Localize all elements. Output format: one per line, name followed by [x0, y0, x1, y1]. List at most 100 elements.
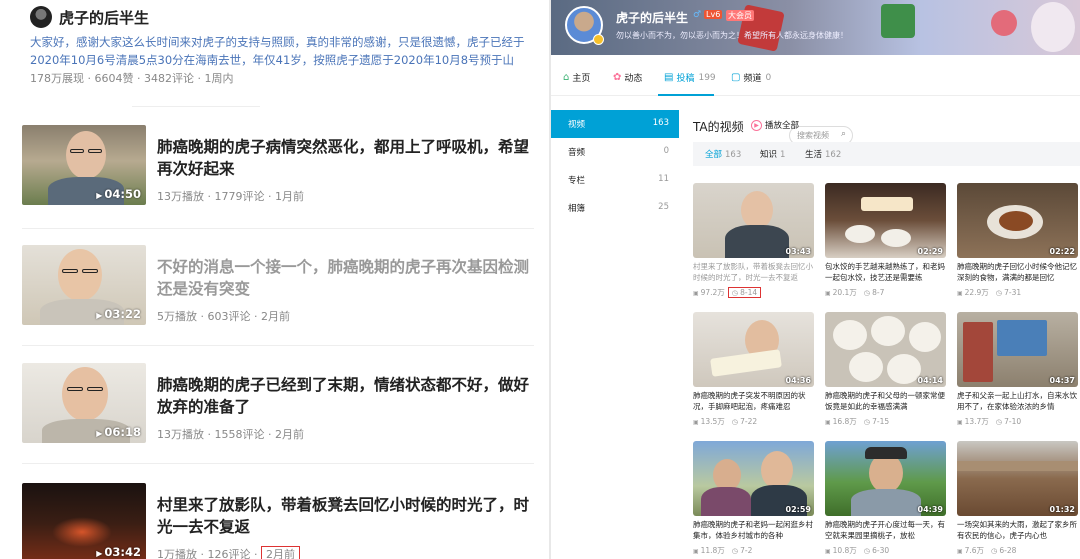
search-icon[interactable]: ⌕ [841, 129, 846, 139]
search-placeholder: 搜索视频 [797, 131, 829, 140]
video-thumbnail[interactable]: 03:43 [693, 183, 814, 258]
video-card[interactable]: 04:36 肺癌晚期的虎子突发不明原因的状况，手脚麻吧起泡，疼痛难忍 13.5万… [693, 312, 814, 436]
video-title[interactable]: 肺癌晚期的虎子和父母的一顿家常便饭竟是如此的幸福感满满 [825, 390, 946, 412]
publish-date: 7-15 [864, 417, 889, 426]
video-thumbnail[interactable]: 02:59 [693, 441, 814, 516]
sidebar-item-count: 163 [652, 118, 669, 128]
publish-date: 7-10 [996, 417, 1021, 426]
video-title[interactable]: 村里来了放影队，带着板凳去回忆小时候的时光了，时光一去不复返 [157, 494, 537, 538]
divider [22, 228, 534, 229]
video-thumbnail[interactable]: 03:22 [22, 245, 146, 325]
video-title[interactable]: 包水饺的手艺越来越熟练了，和老妈一起包水饺，技艺还是需要练 [825, 261, 946, 283]
active-tab-indicator [658, 94, 714, 96]
video-duration: 02:59 [785, 505, 811, 514]
video-card[interactable]: 02:59 肺癌晚期的虎子和老妈一起闲逛乡村集市，体验乡村城市的各种 11.8万… [693, 441, 814, 559]
video-card[interactable]: 04:37 虎子和父亲一起上山打水，自来水饮用不了，在家体验浓浓的乡情 13.7… [957, 312, 1078, 436]
post-text[interactable]: 大家好，感谢大家这么长时间来对虎子的支持与照顾，真的非常的感谢，只是很遗憾，虎子… [30, 33, 525, 69]
divider [22, 345, 534, 346]
video-duration: 04:14 [917, 376, 943, 385]
video-title[interactable]: 肺癌晚期的虎子突发不明原因的状况，手脚麻吧起泡，疼痛难忍 [693, 390, 814, 412]
video-meta: 11.8万 7-2 [693, 545, 753, 556]
tab-home[interactable]: ⌂ 主页 [563, 71, 590, 84]
video-title[interactable]: 肺癌晚期的虎子回忆小时候令他记忆深刻的食物，满满的都是回忆 [957, 261, 1078, 283]
submissions-icon: ▤ [664, 72, 674, 83]
right-panel: 虎子的后半生 ♂ Lv6 大会员 勿以善小而不为，勿以恶小而为之！希望所有人都永… [551, 0, 1080, 559]
vip-badge: 大会员 [726, 10, 754, 21]
video-thumbnail[interactable]: 01:32 [957, 441, 1078, 516]
filter-all[interactable]: 全部 163 [705, 148, 741, 160]
video-item[interactable]: 04:50 肺癌晚期的虎子病情突然恶化，都用上了呼吸机，希望再次好起来 13万播… [22, 125, 534, 207]
video-card[interactable]: 04:14 肺癌晚期的虎子和父母的一顿家常便饭竟是如此的幸福感满满 16.8万 7… [825, 312, 946, 436]
filter-label: 生活 [805, 150, 823, 160]
play-count: 7.6万 [957, 545, 984, 556]
avatar[interactable] [30, 6, 52, 28]
video-card[interactable]: 03:43 村里来了放影队，带着板凳去回忆小时候的时光了，时光一去不复返 97.… [693, 183, 814, 307]
video-duration: 04:36 [785, 376, 811, 385]
channel-name[interactable]: 虎子的后半生 [616, 9, 688, 26]
video-title[interactable]: 肺癌晚期的虎子已经到了末期，情绪状态都不好，做好放弃的准备了 [157, 374, 537, 418]
video-duration: 04:39 [917, 505, 943, 514]
author-header[interactable]: 虎子的后半生 [30, 5, 149, 29]
video-card[interactable]: 04:39 肺癌晚期的虎子开心度过每一天，有空就来果园里摘桃子，放松 10.8万… [825, 441, 946, 559]
video-item[interactable]: 06:18 肺癌晚期的虎子已经到了末期，情绪状态都不好，做好放弃的准备了 13万… [22, 363, 534, 445]
video-thumbnail[interactable]: 02:22 [957, 183, 1078, 258]
video-meta: 1万播放 · 126评论 · 2月前 [157, 546, 300, 559]
profile-banner: 虎子的后半生 ♂ Lv6 大会员 勿以善小而不为，勿以恶小而为之！希望所有人都永… [551, 0, 1080, 55]
sidebar-item-articles[interactable]: 专栏 11 [551, 166, 679, 194]
video-title[interactable]: 一场突如其来的大雨，激起了家乡所有农民的信心，虎子内心也 [957, 519, 1078, 541]
sidebar-item-label: 视频 [568, 120, 586, 130]
video-item[interactable]: 03:22 不好的消息一个接一个，肺癌晚期的虎子再次基因检测还是没有突变 5万播… [22, 245, 534, 327]
publish-date: 8-7 [864, 288, 884, 297]
video-thumbnail[interactable]: 03:42 [22, 483, 146, 559]
sidebar: 视频 163 音频 0 专栏 11 相簿 25 [551, 110, 679, 222]
video-card[interactable]: 02:22 肺癌晚期的虎子回忆小时候令他记忆深刻的食物，满满的都是回忆 22.9… [957, 183, 1078, 307]
video-title[interactable]: 肺癌晚期的虎子病情突然恶化，都用上了呼吸机，希望再次好起来 [157, 136, 537, 180]
filter-bar: 全部 163 知识 1 生活 162 [693, 142, 1080, 166]
sidebar-item-count: 25 [658, 202, 669, 212]
video-title[interactable]: 肺癌晚期的虎子和老妈一起闲逛乡村集市，体验乡村城市的各种 [693, 519, 814, 541]
video-title[interactable]: 虎子和父亲一起上山打水，自来水饮用不了，在家体验浓浓的乡情 [957, 390, 1078, 412]
video-thumbnail[interactable]: 06:18 [22, 363, 146, 443]
publish-time: 2月前 [275, 428, 304, 441]
play-all-button[interactable]: ▶ 播放全部 [751, 119, 799, 131]
filter-life[interactable]: 生活 162 [805, 148, 841, 160]
video-duration: 02:29 [917, 247, 943, 256]
play-count: 22.9万 [957, 287, 989, 298]
video-card[interactable]: 01:32 一场突如其来的大雨，激起了家乡所有农民的信心，虎子内心也 7.6万 6… [957, 441, 1078, 559]
tab-count: 199 [698, 72, 716, 83]
sidebar-item-label: 相簿 [568, 204, 586, 214]
tab-label: 主页 [572, 74, 591, 84]
section-title: TA的视频 [693, 120, 744, 134]
author-name[interactable]: 虎子的后半生 [59, 7, 149, 28]
play-count: 13.5万 [693, 416, 725, 427]
video-thumbnail[interactable]: 04:36 [693, 312, 814, 387]
video-thumbnail[interactable]: 02:29 [825, 183, 946, 258]
video-thumbnail[interactable]: 04:50 [22, 125, 146, 205]
sidebar-item-label: 音频 [568, 148, 586, 158]
video-card[interactable]: 02:29 包水饺的手艺越来越熟练了，和老妈一起包水饺，技艺还是需要练 20.1… [825, 183, 946, 307]
sidebar-item-label: 专栏 [568, 176, 586, 186]
publish-time: 1月前 [275, 190, 304, 203]
video-thumbnail[interactable]: 04:37 [957, 312, 1078, 387]
video-thumbnail[interactable]: 04:14 [825, 312, 946, 387]
video-thumbnail[interactable]: 04:39 [825, 441, 946, 516]
publish-date: 7-31 [996, 288, 1021, 297]
sidebar-item-albums[interactable]: 相簿 25 [551, 194, 679, 222]
filter-knowledge[interactable]: 知识 1 [760, 148, 785, 160]
filter-count: 162 [825, 150, 842, 160]
publish-time: 2月前 [261, 310, 290, 323]
sidebar-item-count: 0 [663, 146, 669, 156]
play-icon: ▶ [751, 119, 762, 131]
video-duration: 02:22 [1049, 247, 1075, 256]
tab-channels[interactable]: ▢ 频道 0 [731, 71, 771, 84]
video-title[interactable]: 肺癌晚期的虎子开心度过每一天，有空就来果园里摘桃子，放松 [825, 519, 946, 541]
filter-count: 1 [780, 150, 786, 160]
video-title[interactable]: 村里来了放影队，带着板凳去回忆小时候的时光了，时光一去不复返 [693, 261, 814, 283]
video-item[interactable]: 03:42 村里来了放影队，带着板凳去回忆小时候的时光了，时光一去不复返 1万播… [22, 483, 534, 559]
sidebar-item-audio[interactable]: 音频 0 [551, 138, 679, 166]
tab-dynamic[interactable]: ✿ 动态 [613, 71, 642, 84]
play-count: 11.8万 [693, 545, 725, 556]
video-title[interactable]: 不好的消息一个接一个，肺癌晚期的虎子再次基因检测还是没有突变 [157, 256, 537, 300]
sidebar-item-video[interactable]: 视频 163 [551, 110, 679, 138]
tab-submissions[interactable]: ▤ 投稿 199 [664, 71, 716, 84]
